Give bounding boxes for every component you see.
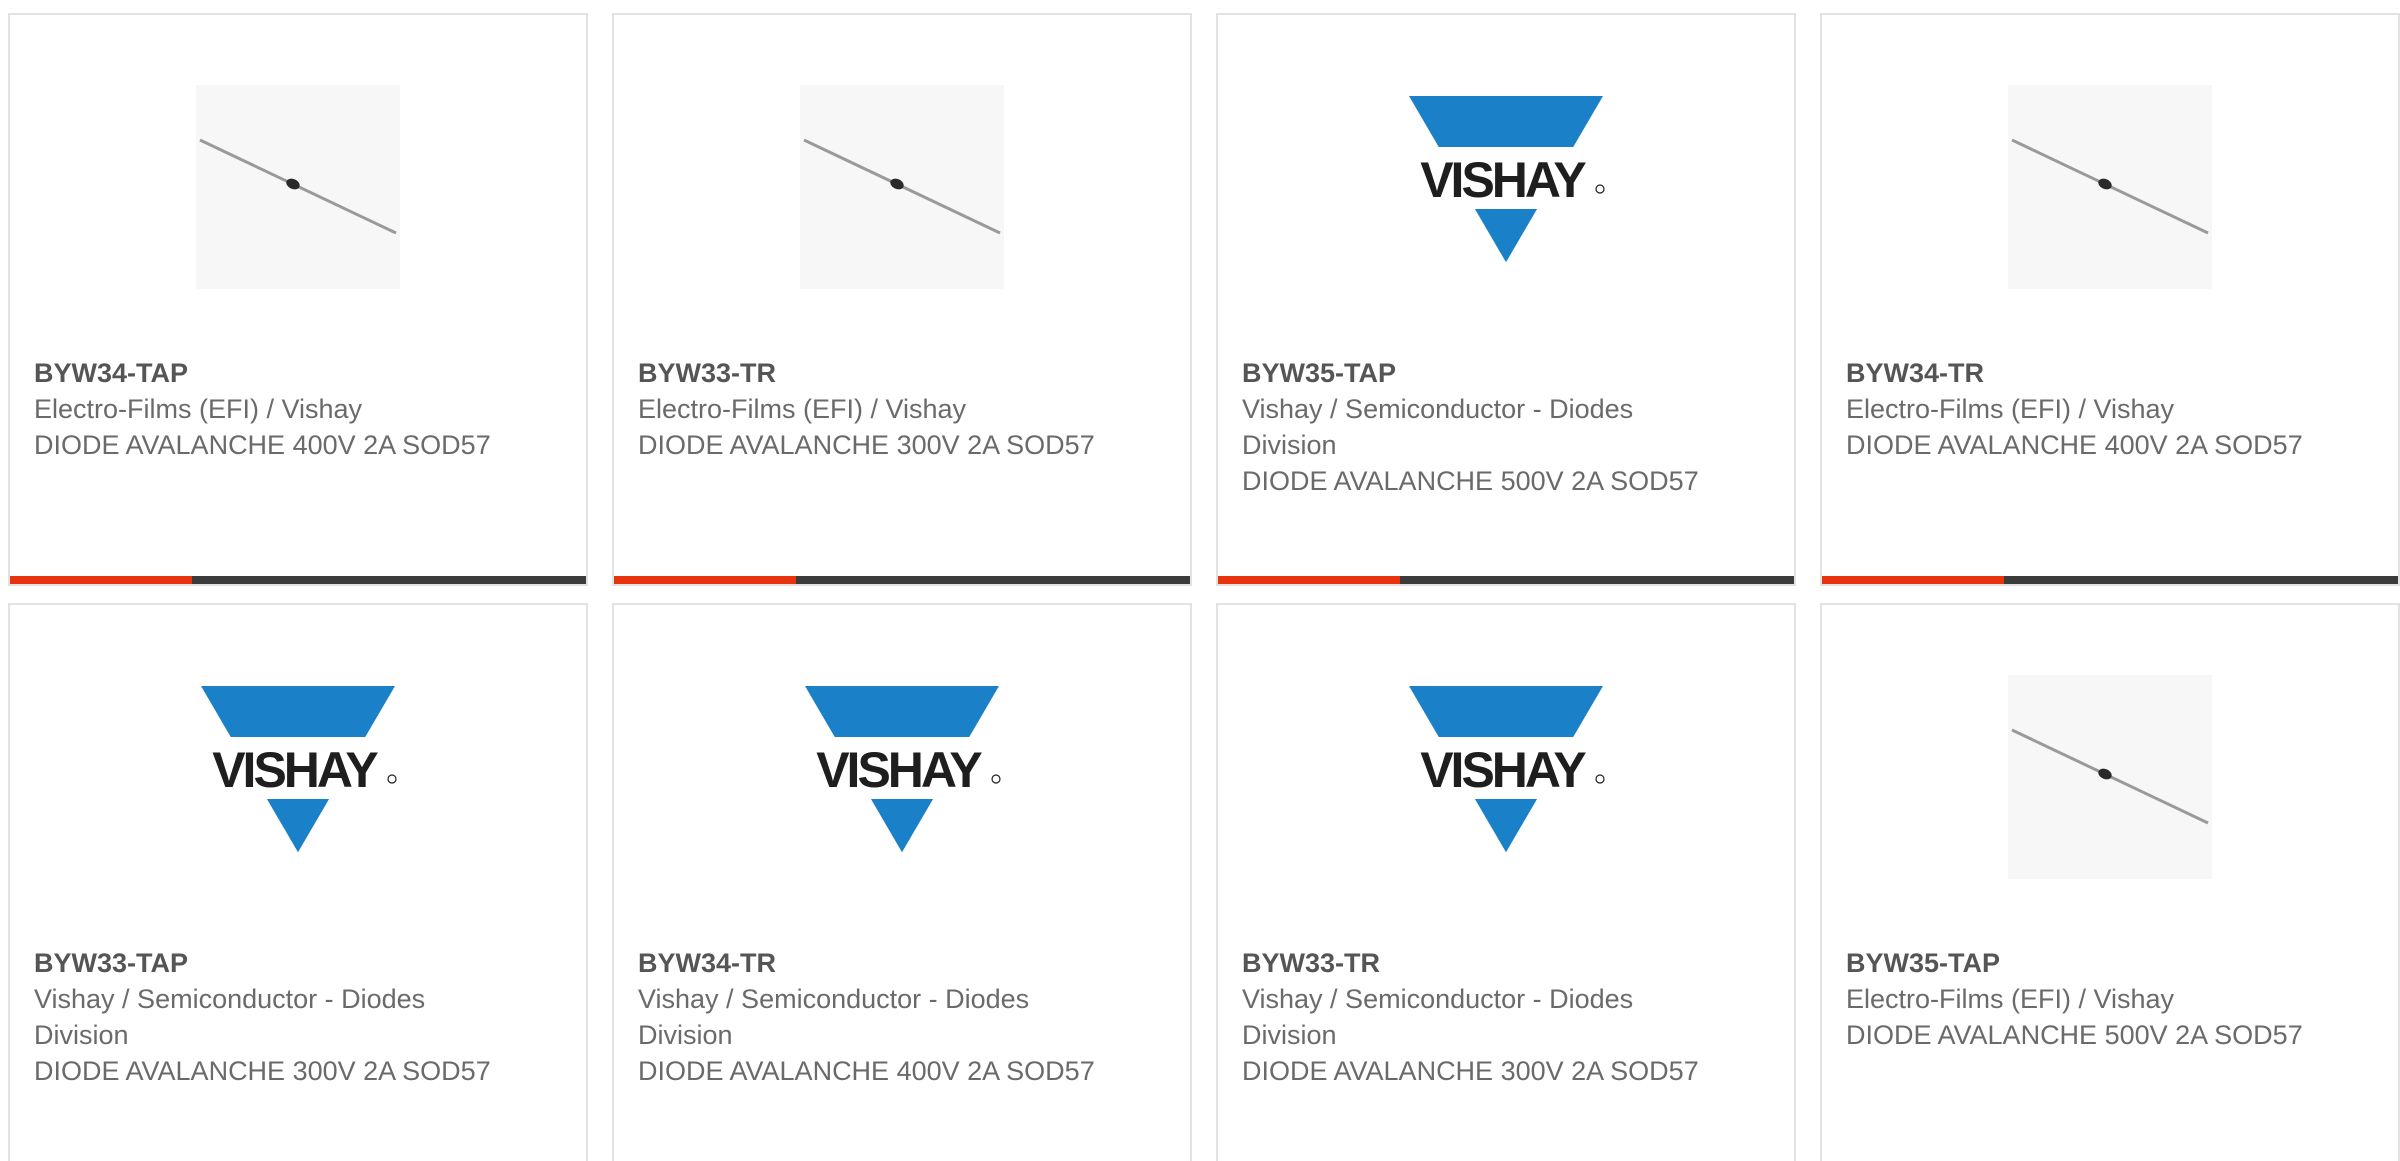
diode-icon xyxy=(800,85,1004,289)
vishay-logo-text: VISHAY xyxy=(1420,152,1586,208)
card-bar xyxy=(614,576,1190,584)
diode-icon xyxy=(2008,675,2212,879)
product-card[interactable]: VISHAY BYW33-TAP Vishay / Semiconductor … xyxy=(8,603,588,1161)
bar-accent xyxy=(1218,576,1400,584)
manufacturer: Vishay / Semiconductor - Diodes Division xyxy=(1242,984,1634,1050)
manufacturer: Electro-Films (EFI) / Vishay xyxy=(1846,984,2175,1014)
part-number[interactable]: BYW34-TR xyxy=(1846,355,2306,391)
description: DIODE AVALANCHE 400V 2A SOD57 xyxy=(1846,430,2303,460)
description: DIODE AVALANCHE 300V 2A SOD57 xyxy=(1242,1056,1699,1086)
part-number[interactable]: BYW35-TAP xyxy=(1846,945,2306,981)
diode-image xyxy=(196,85,400,289)
vishay-logo-icon: VISHAY xyxy=(1404,675,1608,879)
bar-accent xyxy=(1822,576,2004,584)
description: DIODE AVALANCHE 500V 2A SOD57 xyxy=(1846,1020,2303,1050)
diode-icon xyxy=(2008,85,2212,289)
vishay-logo-image: VISHAY xyxy=(800,675,1004,879)
manufacturer: Electro-Films (EFI) / Vishay xyxy=(638,394,967,424)
part-number[interactable]: BYW34-TR xyxy=(638,945,1098,981)
product-card[interactable]: VISHAY BYW33-TR Vishay / Semiconductor -… xyxy=(1216,603,1796,1161)
card-bar xyxy=(1218,576,1794,584)
diode-icon xyxy=(196,85,400,289)
product-card[interactable]: BYW35-TAP Electro-Films (EFI) / Vishay D… xyxy=(1820,603,2400,1161)
bar-accent xyxy=(614,576,796,584)
diode-image xyxy=(800,85,1004,289)
vishay-logo-image: VISHAY xyxy=(1404,675,1608,879)
vishay-logo-icon: VISHAY xyxy=(1404,85,1608,289)
vishay-logo-text: VISHAY xyxy=(1420,742,1586,798)
manufacturer: Electro-Films (EFI) / Vishay xyxy=(1846,394,2175,424)
card-bar xyxy=(1822,576,2398,584)
diode-image xyxy=(2008,675,2212,879)
product-grid: BYW34-TAP Electro-Films (EFI) / Vishay D… xyxy=(0,0,2400,1161)
manufacturer: Vishay / Semiconductor - Diodes Division xyxy=(1242,394,1634,460)
card-bar xyxy=(10,576,586,584)
product-card[interactable]: BYW34-TAP Electro-Films (EFI) / Vishay D… xyxy=(8,13,588,586)
product-card[interactable]: VISHAY BYW35-TAP Vishay / Semiconductor … xyxy=(1216,13,1796,586)
vishay-logo-text: VISHAY xyxy=(816,742,982,798)
bar-accent xyxy=(10,576,192,584)
product-card[interactable]: BYW34-TR Electro-Films (EFI) / Vishay DI… xyxy=(1820,13,2400,586)
vishay-logo-text: VISHAY xyxy=(212,742,378,798)
description: DIODE AVALANCHE 400V 2A SOD57 xyxy=(638,1056,1095,1086)
manufacturer: Vishay / Semiconductor - Diodes Division xyxy=(638,984,1030,1050)
vishay-logo-icon: VISHAY xyxy=(800,675,1004,879)
product-card[interactable]: VISHAY BYW34-TR Vishay / Semiconductor -… xyxy=(612,603,1192,1161)
manufacturer: Vishay / Semiconductor - Diodes Division xyxy=(34,984,426,1050)
vishay-logo-image: VISHAY xyxy=(196,675,400,879)
part-number[interactable]: BYW33-TR xyxy=(638,355,1098,391)
description: DIODE AVALANCHE 300V 2A SOD57 xyxy=(638,430,1095,460)
part-number[interactable]: BYW34-TAP xyxy=(34,355,494,391)
description: DIODE AVALANCHE 300V 2A SOD57 xyxy=(34,1056,491,1086)
description: DIODE AVALANCHE 500V 2A SOD57 xyxy=(1242,466,1699,496)
manufacturer: Electro-Films (EFI) / Vishay xyxy=(34,394,363,424)
diode-image xyxy=(2008,85,2212,289)
part-number[interactable]: BYW33-TR xyxy=(1242,945,1702,981)
part-number[interactable]: BYW33-TAP xyxy=(34,945,494,981)
product-card[interactable]: BYW33-TR Electro-Films (EFI) / Vishay DI… xyxy=(612,13,1192,586)
vishay-logo-icon: VISHAY xyxy=(196,675,400,879)
vishay-logo-image: VISHAY xyxy=(1404,85,1608,289)
description: DIODE AVALANCHE 400V 2A SOD57 xyxy=(34,430,491,460)
part-number[interactable]: BYW35-TAP xyxy=(1242,355,1702,391)
